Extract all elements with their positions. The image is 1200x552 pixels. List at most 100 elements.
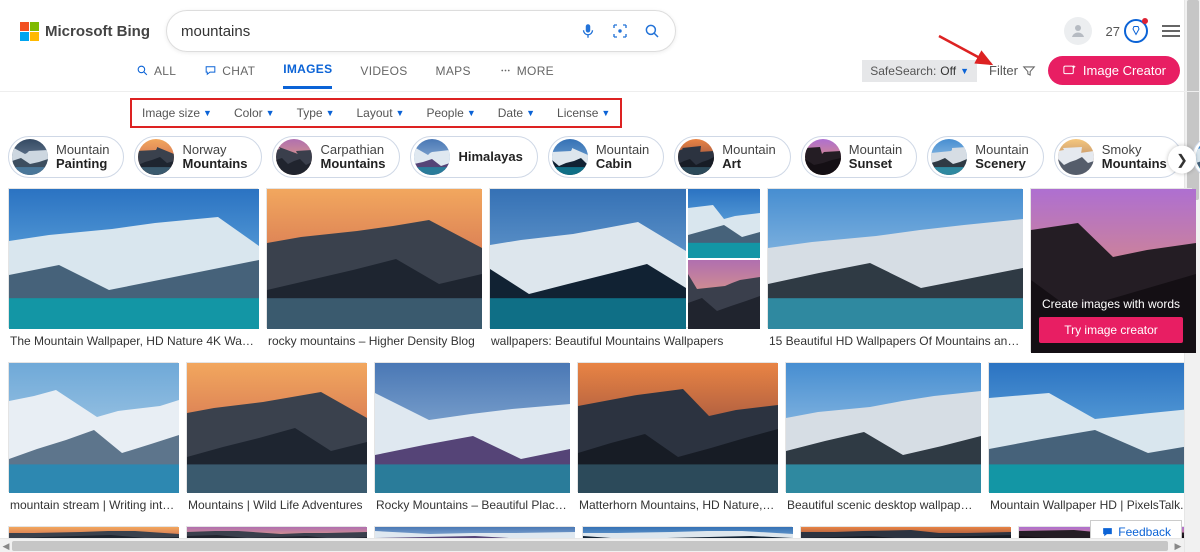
account-icon[interactable]	[1064, 17, 1092, 45]
chip-sunset[interactable]: MountainSunset	[801, 136, 917, 178]
results: The Mountain Wallpaper, HD Nature 4K Wal…	[0, 188, 1200, 542]
try-image-creator-button[interactable]: Try image creator	[1039, 317, 1183, 343]
safesearch-dropdown[interactable]: SafeSearch: Off ▼	[862, 60, 977, 82]
result-caption: 15 Beautiful HD Wallpapers Of Mountains …	[767, 328, 1022, 354]
filter-date[interactable]: Date▼	[498, 106, 535, 120]
chip-painting[interactable]: MountainPainting	[8, 136, 124, 178]
scope-all[interactable]: ALL	[136, 64, 176, 88]
search-icon[interactable]	[643, 22, 661, 40]
scope-more[interactable]: MORE	[499, 64, 554, 88]
filter-type[interactable]: Type▼	[297, 106, 335, 120]
result-image	[266, 188, 481, 328]
scope-images[interactable]: IMAGES	[283, 62, 332, 89]
result-image	[577, 362, 777, 492]
result-image	[988, 362, 1200, 492]
chip-thumb	[12, 139, 48, 175]
horizontal-scrollbar[interactable]: ◀▶	[0, 538, 1184, 552]
scope-chat[interactable]: CHAT	[204, 64, 255, 88]
header: Microsoft Bing 27	[0, 0, 1200, 52]
rewards-icon	[1124, 19, 1148, 43]
result-caption: The Mountain Wallpaper, HD Nature 4K Wal…	[8, 328, 258, 354]
result-tile[interactable]: 15 Beautiful HD Wallpapers Of Mountains …	[767, 188, 1022, 354]
filter-icon	[1022, 64, 1036, 78]
chip-thumb	[138, 139, 174, 175]
feedback-icon	[1101, 526, 1114, 539]
chip-thumb	[276, 139, 312, 175]
ms-logo-icon	[20, 22, 39, 41]
chip-mountains[interactable]: NorwayMountains	[134, 136, 262, 178]
result-tile[interactable]: mountain stream | Writing into the L…	[8, 362, 178, 518]
result-caption: Mountains | Wild Life Adventures	[186, 492, 366, 518]
filter-people[interactable]: People▼	[426, 106, 475, 120]
result-image	[489, 188, 759, 328]
scope-maps[interactable]: MAPS	[436, 64, 471, 88]
caret-down-icon: ▼	[396, 108, 405, 118]
filter-layout[interactable]: Layout▼	[357, 106, 405, 120]
result-caption: Mountain Wallpaper HD | PixelsTalk.Net	[988, 492, 1200, 518]
chip-thumb	[931, 139, 967, 175]
result-tile[interactable]: Matterhorn Mountains, HD Nature, 4k Wall…	[577, 362, 777, 518]
visual-search-icon[interactable]	[611, 22, 629, 40]
scope-tabs: ALL CHAT IMAGES VIDEOS MAPS MORE SafeSearch: …	[0, 52, 1200, 92]
result-caption: wallpapers: Beautiful Mountains Wallpape…	[489, 328, 759, 354]
brand-text: Microsoft Bing	[45, 23, 150, 40]
chip-mountains[interactable]: SmokyMountains	[1054, 136, 1182, 178]
caret-down-icon: ▼	[526, 108, 535, 118]
result-caption: mountain stream | Writing into the L…	[8, 492, 178, 518]
search-input[interactable]	[181, 23, 579, 40]
chip-art[interactable]: MountainArt	[674, 136, 790, 178]
chip-cabin[interactable]: MountainCabin	[548, 136, 664, 178]
result-tile[interactable]: wallpapers: Beautiful Mountains Wallpape…	[489, 188, 759, 354]
result-tile[interactable]: Beautiful scenic desktop wallpapers! - H…	[785, 362, 980, 518]
chip-himalayas[interactable]: Himalayas	[410, 136, 537, 178]
image-creator-promo[interactable]: Create images with wordsTry image creato…	[1030, 188, 1192, 352]
caret-down-icon: ▼	[467, 108, 476, 118]
filter-bar: Image size▼ Color▼ Type▼ Layout▼ People▼ Date…	[130, 98, 622, 128]
result-tile[interactable]: Mountains | Wild Life Adventures	[186, 362, 366, 518]
filter-label: Filter	[989, 63, 1018, 78]
brand[interactable]: Microsoft Bing	[20, 22, 150, 41]
filter-button[interactable]: Filter	[989, 63, 1036, 78]
result-tile[interactable]: The Mountain Wallpaper, HD Nature 4K Wal…	[8, 188, 258, 354]
result-tile[interactable]: Rocky Mountains – Beautiful Places I…	[374, 362, 569, 518]
result-image	[186, 362, 366, 492]
result-image	[374, 362, 569, 492]
caret-down-icon: ▼	[601, 108, 610, 118]
caret-down-icon: ▼	[266, 108, 275, 118]
chip-thumb	[414, 139, 450, 175]
search-box[interactable]	[166, 10, 676, 52]
scope-videos[interactable]: VIDEOS	[360, 64, 407, 88]
chip-scenery[interactable]: MountainScenery	[927, 136, 1043, 178]
chip-thumb	[552, 139, 588, 175]
filter-image-size[interactable]: Image size▼	[142, 106, 212, 120]
safesearch-value: Off	[940, 64, 956, 78]
caret-down-icon: ▼	[326, 108, 335, 118]
rewards-count: 27	[1106, 24, 1120, 39]
caret-down-icon: ▼	[203, 108, 212, 118]
rewards[interactable]: 27	[1106, 19, 1148, 43]
result-caption: Rocky Mountains – Beautiful Places I…	[374, 492, 569, 518]
related-chips: MountainPaintingNorwayMountainsCarpathia…	[0, 134, 1200, 188]
chip-mountains[interactable]: CarpathianMountains	[272, 136, 400, 178]
menu-icon[interactable]	[1162, 22, 1180, 40]
chips-next-button[interactable]: ❯	[1168, 146, 1196, 174]
result-image	[8, 188, 258, 328]
result-image	[8, 362, 178, 492]
chip-thumb	[678, 139, 714, 175]
voice-search-icon[interactable]	[579, 22, 597, 40]
result-caption: rocky mountains – Higher Density Blog	[266, 328, 481, 354]
filter-color[interactable]: Color▼	[234, 106, 275, 120]
caret-down-icon: ▼	[960, 66, 969, 76]
chip-thumb	[1058, 139, 1094, 175]
result-caption: Beautiful scenic desktop wallpapers! - H…	[785, 492, 980, 518]
result-tile[interactable]: Mountain Wallpaper HD | PixelsTalk.Net	[988, 362, 1200, 518]
safesearch-label: SafeSearch:	[870, 64, 936, 78]
result-tile[interactable]: rocky mountains – Higher Density Blog	[266, 188, 481, 354]
filter-license[interactable]: License▼	[557, 106, 610, 120]
sparkle-icon	[1062, 63, 1077, 78]
chip-thumb	[805, 139, 841, 175]
result-image	[785, 362, 980, 492]
result-image	[767, 188, 1022, 328]
image-creator-button[interactable]: Image Creator	[1048, 56, 1180, 85]
result-caption: Matterhorn Mountains, HD Nature, 4k Wall…	[577, 492, 777, 518]
